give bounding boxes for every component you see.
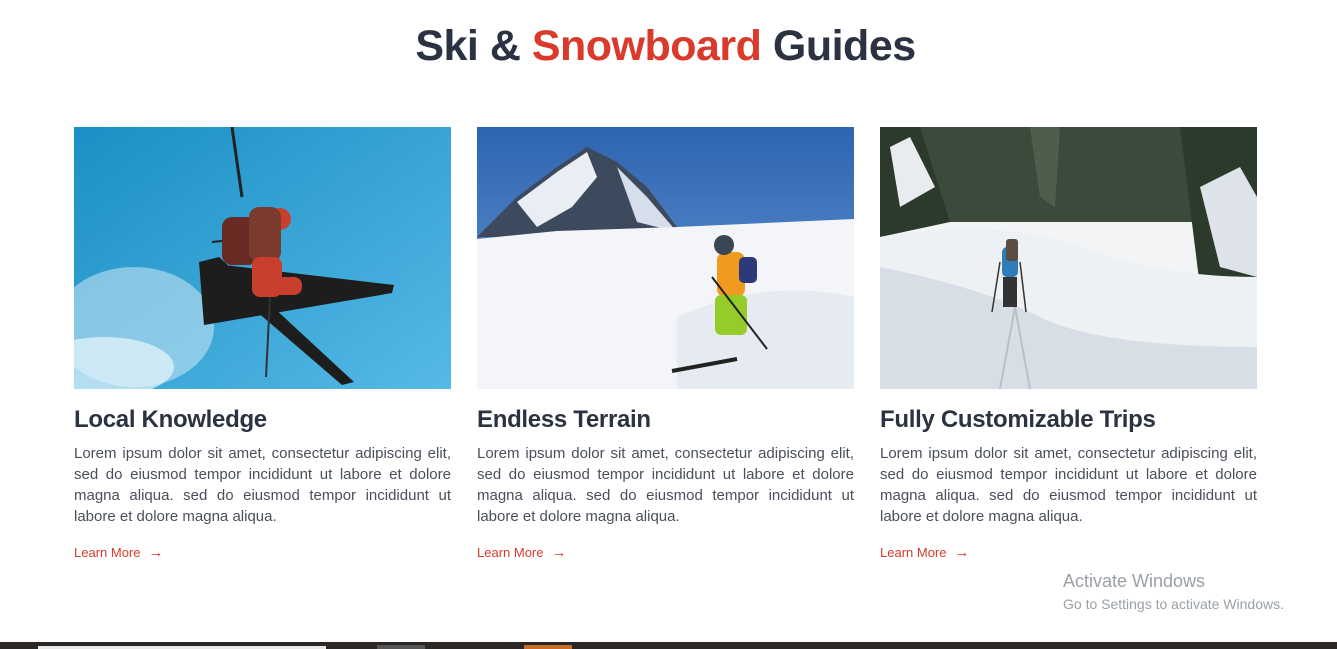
arrow-right-icon: →	[551, 544, 567, 561]
learn-more-label: Learn More	[477, 545, 544, 560]
arrow-right-icon: →	[148, 544, 164, 561]
card-title: Local Knowledge	[74, 406, 267, 433]
learn-more-link[interactable]: Learn More →	[477, 544, 566, 561]
card-image-skier-jump	[74, 127, 451, 389]
guide-card-local-knowledge: Local Knowledge Lorem ipsum dolor sit am…	[74, 127, 451, 562]
card-description: Lorem ipsum dolor sit amet, consectetur …	[74, 445, 451, 525]
title-accent: Snowboard	[531, 22, 762, 70]
learn-more-label: Learn More	[74, 545, 141, 560]
taskbar	[0, 642, 1337, 649]
guide-card-customizable-trips: Fully Customizable Trips Lorem ipsum dol…	[880, 127, 1257, 562]
learn-more-link[interactable]: Learn More →	[880, 544, 969, 561]
card-description: Lorem ipsum dolor sit amet, consectetur …	[477, 445, 854, 525]
title-part2: Guides	[772, 22, 916, 70]
card-description: Lorem ipsum dolor sit amet, consectetur …	[880, 445, 1257, 525]
card-image-skier-slope	[477, 127, 854, 389]
taskbar-app-button-active[interactable]	[524, 645, 572, 649]
guide-card-endless-terrain: Endless Terrain Lorem ipsum dolor sit am…	[477, 127, 854, 562]
arrow-right-icon: →	[954, 544, 970, 561]
card-title: Endless Terrain	[477, 406, 651, 433]
card-image-forest-tour	[880, 127, 1257, 389]
learn-more-link[interactable]: Learn More →	[74, 544, 163, 561]
watermark-title: Activate Windows	[1063, 571, 1206, 591]
activate-windows-watermark: Activate Windows Go to Settings to activ…	[1063, 570, 1284, 614]
watermark-subtitle: Go to Settings to activate Windows.	[1063, 596, 1284, 612]
title-part1: Ski &	[415, 22, 521, 70]
card-title: Fully Customizable Trips	[880, 406, 1156, 433]
taskbar-app-button[interactable]	[377, 645, 425, 649]
learn-more-label: Learn More	[880, 545, 947, 560]
page-title: Ski & Snowboard Guides	[0, 22, 1331, 71]
